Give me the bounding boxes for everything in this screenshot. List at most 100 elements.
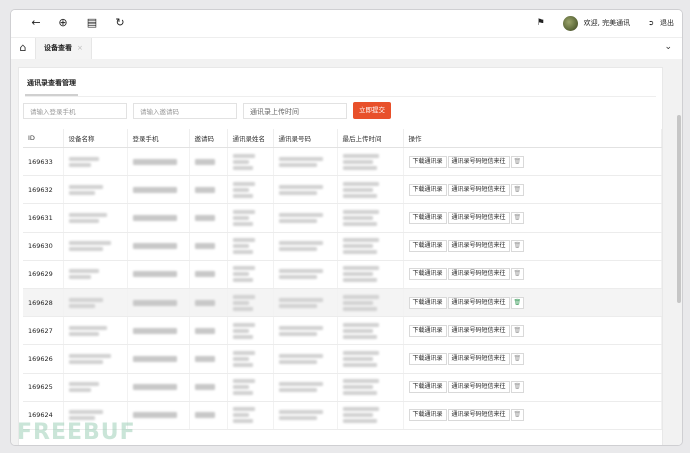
cell-id: 169626 [23, 344, 64, 374]
home-icon[interactable]: ⌂ [16, 41, 30, 55]
trash-icon[interactable]: 🗑 [510, 409, 525, 422]
chevron-down-icon[interactable]: ⌄ [664, 42, 672, 52]
login-phone-input[interactable]: 请输入登录手机 [23, 103, 127, 119]
table-header-row: ID 设备名称 登录手机 邀请码 通讯录姓名 通讯录号码 最后上传时间 操作 [23, 129, 662, 148]
tab-bar: ⌂ 设备查看 × ⌄ [11, 37, 682, 60]
invite-code-input[interactable]: 请输入邀请码 [133, 103, 237, 119]
contacts-sms-button[interactable]: 通讯录号码短信来往 [447, 183, 510, 196]
contacts-sms-button[interactable]: 通讯录号码短信来往 [447, 352, 510, 365]
trash-icon[interactable]: 🗑 [510, 352, 525, 365]
download-contacts-button[interactable]: 下载通讯录 [408, 324, 447, 337]
col-last-upload[interactable]: 最后上传时间 [337, 129, 404, 148]
cell-contact-number-redacted [273, 260, 338, 289]
tag-icon[interactable]: ⚑ [537, 18, 545, 28]
panel-title: 通讯录查看管理 [25, 75, 78, 96]
download-contacts-button[interactable]: 下载通讯录 [408, 155, 447, 168]
arrow-left-icon[interactable]: ← [28, 15, 44, 31]
cell-invite-code-redacted [189, 203, 228, 233]
cell-actions: 下载通讯录 通讯录号码短信来往 🗑 [403, 288, 662, 318]
col-contact-number[interactable]: 通讯录号码 [273, 129, 338, 148]
cell-contact-name-redacted [227, 260, 274, 289]
cell-actions: 下载通讯录 通讯录号码短信来往 🗑 [403, 373, 662, 402]
col-login-phone[interactable]: 登录手机 [127, 129, 190, 148]
cell-contact-name-redacted [227, 232, 274, 261]
cell-login-phone-redacted [127, 316, 190, 346]
refresh-icon[interactable]: ↻ [112, 15, 128, 31]
trash-icon[interactable]: 🗑 [510, 211, 525, 224]
trash-icon[interactable]: 🗑 [510, 296, 525, 309]
cell-id: 169632 [23, 175, 64, 205]
col-actions: 操作 [403, 129, 662, 148]
download-contacts-button[interactable]: 下载通讯录 [408, 409, 447, 422]
cell-login-phone-redacted [127, 147, 190, 177]
trash-icon[interactable]: 🗑 [510, 240, 525, 253]
col-device-name[interactable]: 设备名称 [63, 129, 128, 148]
cell-device-name-redacted [63, 344, 128, 374]
contacts-panel: 通讯录查看管理 请输入登录手机 请输入邀请码 通讯录上传时间 立即提交 ID 设… [18, 67, 663, 445]
cell-login-phone-redacted [127, 232, 190, 261]
cell-invite-code-redacted [189, 316, 228, 346]
avatar[interactable] [562, 15, 578, 31]
contacts-sms-button[interactable]: 通讯录号码短信来往 [447, 296, 510, 309]
cell-contact-name-redacted [227, 203, 274, 233]
contacts-sms-button[interactable]: 通讯录号码短信来往 [447, 409, 510, 422]
cell-invite-code-redacted [189, 344, 228, 374]
logout-icon[interactable]: ➲ [648, 19, 654, 27]
cell-invite-code-redacted [189, 175, 228, 205]
contacts-sms-button[interactable]: 通讯录号码短信来往 [447, 381, 510, 394]
contacts-sms-button[interactable]: 通讯录号码短信来往 [447, 211, 510, 224]
cell-login-phone-redacted [127, 373, 190, 402]
contacts-sms-button[interactable]: 通讯录号码短信来往 [447, 268, 510, 281]
col-id[interactable]: ID [23, 129, 64, 148]
logout-link[interactable]: 退出 [660, 18, 674, 28]
cell-last-upload-redacted [337, 203, 404, 233]
cell-actions: 下载通讯录 通讯录号码短信来往 🗑 [403, 401, 662, 430]
cell-id: 169625 [23, 373, 64, 402]
cell-id: 169630 [23, 232, 64, 261]
tab-close-icon[interactable]: × [77, 44, 83, 52]
contacts-sms-button[interactable]: 通讯录号码短信来往 [447, 155, 510, 168]
cell-login-phone-redacted [127, 344, 190, 374]
trash-icon[interactable]: 🗑 [510, 324, 525, 337]
cell-contact-number-redacted [273, 401, 338, 430]
cell-contact-number-redacted [273, 344, 338, 374]
trash-icon[interactable]: 🗑 [510, 268, 525, 281]
upload-time-input[interactable]: 通讯录上传时间 [243, 103, 347, 119]
download-contacts-button[interactable]: 下载通讯录 [408, 381, 447, 394]
cell-id: 169628 [23, 288, 64, 318]
cell-actions: 下载通讯录 通讯录号码短信来往 🗑 [403, 175, 662, 205]
bank-icon[interactable]: ▤ [84, 15, 100, 31]
cell-id: 169629 [23, 260, 64, 289]
cell-invite-code-redacted [189, 373, 228, 402]
contacts-sms-button[interactable]: 通讯录号码短信来往 [447, 240, 510, 253]
cell-last-upload-redacted [337, 288, 404, 318]
cell-contact-number-redacted [273, 288, 338, 318]
cell-invite-code-redacted [189, 260, 228, 289]
cell-login-phone-redacted [127, 203, 190, 233]
cell-device-name-redacted [63, 232, 128, 261]
trash-icon[interactable]: 🗑 [510, 155, 525, 168]
download-contacts-button[interactable]: 下载通讯录 [408, 240, 447, 253]
cell-device-name-redacted [63, 288, 128, 318]
main-content: 通讯录查看管理 请输入登录手机 请输入邀请码 通讯录上传时间 立即提交 ID 设… [11, 59, 682, 445]
download-contacts-button[interactable]: 下载通讯录 [408, 268, 447, 281]
col-contact-name[interactable]: 通讯录姓名 [227, 129, 274, 148]
table-row: 169631 下载通讯录 通讯录号码短信来往 🗑 [23, 203, 662, 233]
trash-icon[interactable]: 🗑 [510, 183, 525, 196]
cell-actions: 下载通讯录 通讯录号码短信来往 🗑 [403, 147, 662, 177]
tab-device-view[interactable]: 设备查看 × [35, 38, 92, 59]
cell-device-name-redacted [63, 260, 128, 289]
download-contacts-button[interactable]: 下载通讯录 [408, 211, 447, 224]
contacts-sms-button[interactable]: 通讯录号码短信来往 [447, 324, 510, 337]
submit-button[interactable]: 立即提交 [353, 102, 391, 119]
contacts-table: ID 设备名称 登录手机 邀请码 通讯录姓名 通讯录号码 最后上传时间 操作 1… [23, 129, 662, 430]
crosshair-icon[interactable]: ⊕ [55, 15, 71, 31]
trash-icon[interactable]: 🗑 [510, 381, 525, 394]
download-contacts-button[interactable]: 下载通讯录 [408, 352, 447, 365]
welcome-text[interactable]: 欢迎, 完美通讯 [584, 18, 630, 28]
download-contacts-button[interactable]: 下载通讯录 [408, 183, 447, 196]
col-invite-code[interactable]: 邀请码 [189, 129, 228, 148]
cell-invite-code-redacted [189, 401, 228, 430]
scrollbar[interactable] [677, 115, 681, 303]
download-contacts-button[interactable]: 下载通讯录 [408, 296, 447, 309]
